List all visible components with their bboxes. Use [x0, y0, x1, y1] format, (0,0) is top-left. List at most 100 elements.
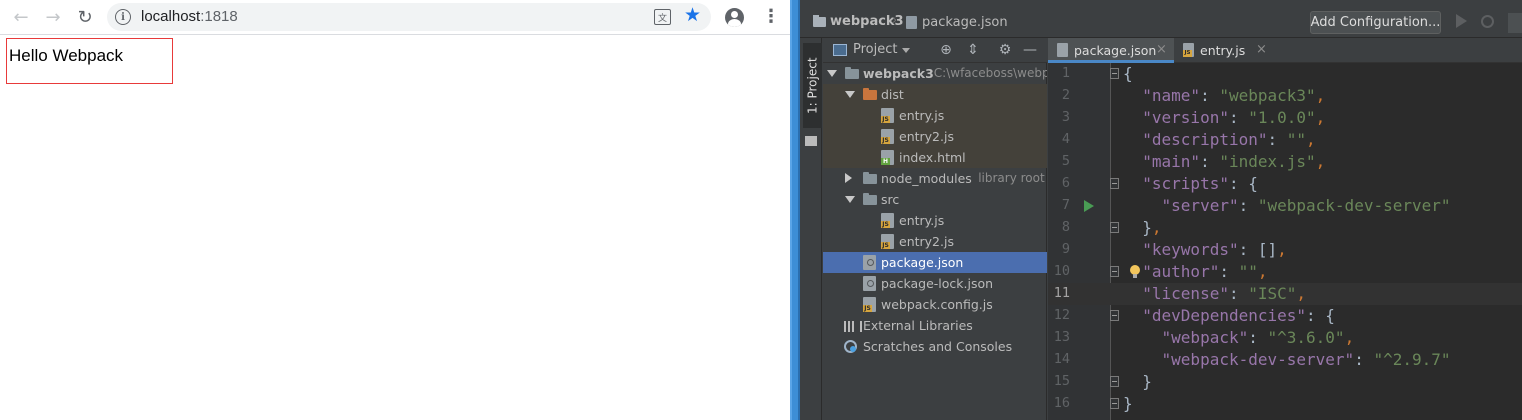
window-divider — [790, 0, 800, 420]
expand-arrow-icon[interactable] — [845, 91, 855, 98]
account-avatar-icon[interactable] — [725, 8, 744, 27]
editor-tab[interactable]: package.json × — [1048, 38, 1174, 63]
code-text: "name": "webpack3", — [1142, 86, 1326, 105]
fold-icon[interactable] — [1110, 68, 1119, 79]
project-panel: Project ⊕ ⇕ ⚙ — webpack3 C:\wfaceboss\web… — [823, 38, 1047, 420]
collapse-all-icon[interactable]: ⇕ — [964, 41, 982, 59]
line-number: 5 — [1061, 153, 1070, 169]
js-file-icon: JS — [881, 213, 894, 228]
code-text: "author": "", — [1142, 262, 1268, 281]
code-line[interactable]: 13 "webpack": "^3.6.0", — [1048, 327, 1522, 349]
tree-item-label: dist — [881, 87, 904, 102]
toolbar-overflow[interactable] — [1508, 13, 1522, 33]
code-line[interactable]: 6 "scripts": { — [1048, 173, 1522, 195]
project-tool-tab-label: 1: Project — [805, 57, 820, 115]
line-number: 12 — [1053, 307, 1070, 323]
add-configuration-button[interactable]: Add Configuration... — [1310, 11, 1441, 34]
locate-icon[interactable]: ⊕ — [937, 41, 955, 59]
breadcrumb-file[interactable]: package.json — [922, 15, 1008, 30]
code-line[interactable]: 4 "description": "", — [1048, 129, 1522, 151]
code-line[interactable]: 1{ — [1048, 63, 1522, 85]
json-file-icon — [906, 16, 917, 29]
code-text: "scripts": { — [1142, 174, 1258, 193]
tree-item-hint: library root — [978, 171, 1045, 185]
tree-item[interactable]: node_modules library root — [823, 168, 1047, 189]
tree-item-label: entry.js — [899, 213, 945, 228]
js-file-icon: JS — [863, 297, 876, 312]
json-file-icon — [863, 255, 876, 270]
code-line[interactable]: 16} — [1048, 393, 1522, 415]
fold-icon[interactable] — [1110, 398, 1119, 409]
forward-arrow-icon[interactable]: → — [40, 5, 66, 29]
expand-arrow-icon[interactable] — [845, 196, 855, 203]
code-line[interactable]: 14 "webpack-dev-server": "^2.9.7" — [1048, 349, 1522, 371]
close-icon[interactable]: × — [1256, 42, 1267, 57]
line-number: 1 — [1061, 65, 1070, 81]
fold-icon[interactable] — [1110, 178, 1119, 189]
address-bar[interactable]: i localhost:1818 文 ★ — [107, 3, 711, 31]
fold-icon[interactable] — [1110, 310, 1119, 321]
code-text: "server": "webpack-dev-server" — [1161, 196, 1451, 215]
translate-icon[interactable]: 文 — [654, 9, 671, 25]
close-icon[interactable]: × — [1156, 42, 1167, 57]
code-line[interactable]: 12 "devDependencies": { — [1048, 305, 1522, 327]
chevron-down-icon[interactable] — [902, 48, 910, 53]
js-file-icon: JS — [881, 129, 894, 144]
tree-item[interactable]: JS entry.js — [823, 210, 1047, 231]
code-line[interactable]: 15 } — [1048, 371, 1522, 393]
debug-icon[interactable] — [1481, 15, 1494, 28]
url-text[interactable]: localhost:1818 — [141, 8, 238, 25]
project-view-icon — [833, 44, 847, 56]
fold-icon[interactable] — [1110, 266, 1119, 277]
browser-menu-icon[interactable]: ⋮ — [762, 5, 780, 29]
code-line[interactable]: 11 "license": "ISC", — [1048, 283, 1522, 305]
line-number: 16 — [1053, 395, 1070, 411]
project-panel-title[interactable]: Project — [853, 42, 897, 57]
tree-item[interactable]: package.json — [823, 252, 1047, 273]
code-line[interactable]: 10 "author": "", — [1048, 261, 1522, 283]
tree-item[interactable]: Scratches and Consoles — [823, 336, 1047, 357]
fold-icon[interactable] — [1110, 376, 1119, 387]
code-line[interactable]: 5 "main": "index.js", — [1048, 151, 1522, 173]
tree-item-label: External Libraries — [863, 318, 973, 333]
tree-item[interactable]: JS entry2.js — [823, 231, 1047, 252]
tree-item[interactable]: dist — [823, 84, 1047, 105]
tree-item[interactable]: External Libraries — [823, 315, 1047, 336]
tree-item-label: entry.js — [899, 108, 945, 123]
bookmark-star-icon[interactable]: ★ — [684, 4, 701, 26]
back-arrow-icon[interactable]: ← — [8, 5, 34, 29]
tree-item[interactable]: webpack3 C:\wfaceboss\webpa — [823, 63, 1047, 84]
ide-menubar-clipped — [800, 0, 1522, 6]
library-icon — [844, 321, 862, 332]
code-line[interactable]: 7 "server": "webpack-dev-server" — [1048, 195, 1522, 217]
tree-item[interactable]: JS entry.js — [823, 105, 1047, 126]
code-line[interactable]: 2 "name": "webpack3", — [1048, 85, 1522, 107]
run-gutter-icon[interactable] — [1084, 200, 1094, 212]
expand-arrow-icon[interactable] — [827, 70, 837, 77]
project-tool-tab[interactable]: 1: Project — [803, 43, 822, 128]
run-icon[interactable] — [1456, 14, 1467, 28]
fold-icon[interactable] — [1110, 222, 1119, 233]
code-line[interactable]: 3 "version": "1.0.0", — [1048, 107, 1522, 129]
line-number: 9 — [1061, 241, 1070, 257]
tree-item[interactable]: src — [823, 189, 1047, 210]
collapse-arrow-icon[interactable] — [845, 173, 852, 183]
line-number: 7 — [1061, 197, 1070, 213]
tree-item[interactable]: package-lock.json — [823, 273, 1047, 294]
tree-item[interactable]: Hindex.html — [823, 147, 1047, 168]
code-line[interactable]: 8 }, — [1048, 217, 1522, 239]
html-file-icon: H — [881, 150, 894, 165]
code-editor[interactable]: 1{2 "name": "webpack3", 3 "version": "1.0… — [1048, 63, 1522, 420]
tree-item-label: webpack.config.js — [881, 297, 993, 312]
info-icon[interactable]: i — [115, 9, 131, 25]
editor-tab[interactable]: entry.js × — [1174, 38, 1274, 63]
tree-item[interactable]: JS entry2.js — [823, 126, 1047, 147]
code-text: "devDependencies": { — [1142, 306, 1335, 325]
folder-icon — [813, 15, 826, 27]
tree-item[interactable]: JS webpack.config.js — [823, 294, 1047, 315]
gear-icon[interactable]: ⚙ — [996, 41, 1014, 59]
reload-icon[interactable]: ↻ — [72, 5, 98, 29]
hide-icon[interactable]: — — [1021, 41, 1039, 59]
navigation-bar: webpack3 › package.json Add Configuratio… — [800, 8, 1522, 38]
code-line[interactable]: 9 "keywords": [], — [1048, 239, 1522, 261]
